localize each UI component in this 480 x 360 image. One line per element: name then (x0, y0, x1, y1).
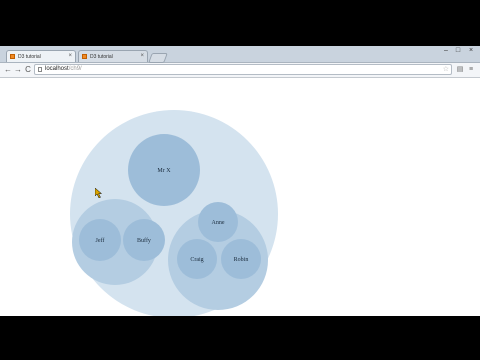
bubble-label: Mr X (157, 168, 171, 174)
page-content: Mr X Jeff Buffy Anne Craig Robin (0, 78, 480, 316)
tab-close-icon[interactable]: × (68, 53, 72, 59)
bubble-label: Craig (190, 257, 203, 263)
close-window-button[interactable]: × (464, 46, 478, 56)
menu-wrench-icon[interactable]: ≡ (467, 65, 475, 74)
url-host: localhost (45, 66, 69, 72)
extension-icon[interactable]: ▤ (456, 65, 464, 74)
address-bar[interactable]: localhost/ch9/ ☆ (34, 64, 452, 75)
bubble-label: Robin (234, 257, 249, 263)
pack-chart: Mr X Jeff Buffy Anne Craig Robin (70, 110, 278, 316)
back-button[interactable]: ← (3, 64, 13, 75)
browser-window: D3 tutorial × D3 tutorial × – □ × ← → C … (0, 46, 480, 316)
new-tab-button[interactable] (148, 53, 168, 63)
tab-favicon-icon (82, 54, 87, 59)
bubble-label: Jeff (96, 237, 105, 244)
tab-title: D3 tutorial (90, 53, 113, 60)
minimize-button[interactable]: – (440, 46, 452, 56)
tab-strip: D3 tutorial × D3 tutorial × – □ × (0, 46, 480, 63)
tab-title: D3 tutorial (18, 53, 41, 60)
bookmark-star-icon[interactable]: ☆ (443, 65, 449, 74)
page-icon (38, 67, 42, 72)
reload-button[interactable]: C (23, 64, 33, 75)
bubble-label: Anne (212, 220, 225, 226)
tab-favicon-icon (10, 54, 15, 59)
forward-button[interactable]: → (13, 64, 23, 75)
tab-d3-tutorial[interactable]: D3 tutorial × (78, 50, 148, 62)
tab-close-icon[interactable]: × (140, 53, 144, 59)
url-path: /ch9/ (68, 66, 82, 72)
tab-d3-tutorial-active[interactable]: D3 tutorial × (6, 50, 76, 62)
bubble-label: Buffy (137, 237, 151, 244)
mouse-cursor-icon (95, 188, 103, 198)
maximize-button[interactable]: □ (452, 46, 464, 56)
browser-toolbar: ← → C localhost/ch9/ ☆ ▤ ≡ (0, 63, 480, 78)
